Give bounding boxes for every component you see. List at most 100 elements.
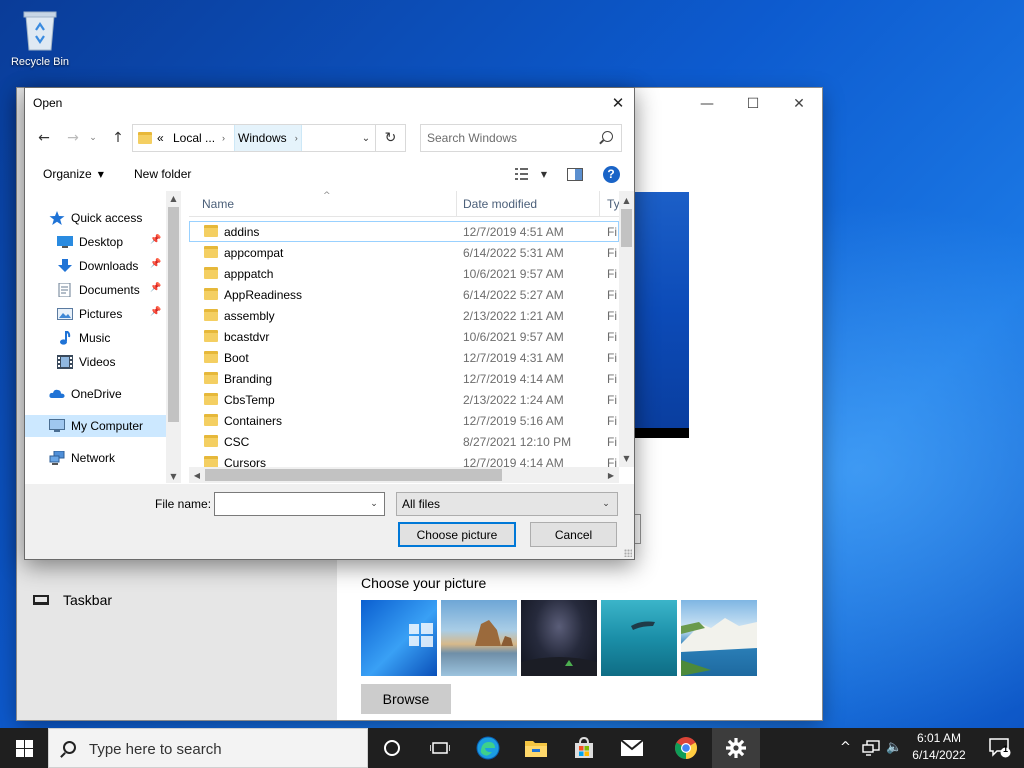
- scroll-right-icon[interactable]: ▶: [603, 467, 619, 483]
- back-arrow-icon[interactable]: ←: [33, 126, 55, 150]
- edge-icon[interactable]: [464, 728, 512, 768]
- notifications-button[interactable]: 1: [976, 728, 1024, 768]
- nav-onedrive[interactable]: OneDrive: [49, 383, 122, 405]
- nav-desktop[interactable]: Desktop 📌: [57, 231, 165, 253]
- close-button[interactable]: ✕: [776, 88, 822, 120]
- up-arrow-icon[interactable]: ↑: [107, 126, 129, 150]
- file-row[interactable]: AppReadiness 6/14/2022 5:27 AM Fi: [189, 284, 619, 305]
- scrollbar-thumb[interactable]: [205, 469, 502, 481]
- address-separator-icon[interactable]: ›: [222, 125, 225, 151]
- scroll-down-icon[interactable]: ▼: [619, 451, 634, 465]
- cortana-circle-icon[interactable]: [368, 728, 416, 768]
- cancel-button[interactable]: Cancel: [530, 522, 617, 547]
- nav-pictures[interactable]: Pictures 📌: [57, 303, 165, 325]
- address-bar[interactable]: « Local ... › Windows › ⌄ ↻: [132, 124, 406, 152]
- nav-videos[interactable]: Videos: [57, 351, 115, 373]
- scrollbar-thumb[interactable]: [621, 209, 632, 247]
- file-row[interactable]: Cursors 12/7/2019 4:14 AM Fi: [189, 452, 619, 467]
- file-name: AppReadiness: [224, 287, 303, 302]
- file-row[interactable]: addins 12/7/2019 4:51 AM Fi: [189, 221, 619, 242]
- organize-label: Organize: [43, 167, 92, 181]
- column-divider[interactable]: [599, 191, 600, 217]
- file-row[interactable]: apppatch 10/6/2021 9:57 AM Fi: [189, 263, 619, 284]
- scrollbar-thumb[interactable]: [168, 207, 179, 422]
- file-type-select[interactable]: All files ⌄: [396, 492, 618, 516]
- taskbar-search-box[interactable]: [48, 728, 368, 768]
- task-view-icon[interactable]: [416, 728, 464, 768]
- volume-icon[interactable]: 🔈: [886, 740, 902, 755]
- recent-locations-chevron-icon[interactable]: ⌄: [87, 126, 99, 150]
- file-row[interactable]: bcastdvr 10/6/2021 9:57 AM Fi: [189, 326, 619, 347]
- chrome-icon[interactable]: [662, 728, 710, 768]
- nav-downloads[interactable]: Downloads 📌: [57, 255, 165, 277]
- organize-button[interactable]: Organize ▼: [43, 160, 104, 188]
- file-explorer-icon[interactable]: [512, 728, 560, 768]
- scroll-up-icon[interactable]: ▲: [619, 193, 634, 207]
- minimize-button[interactable]: —: [684, 88, 730, 120]
- column-type[interactable]: Ty: [607, 191, 620, 217]
- address-segment-local[interactable]: Local ...: [173, 125, 215, 151]
- search-input[interactable]: [427, 129, 597, 147]
- store-icon[interactable]: [560, 728, 608, 768]
- nav-music[interactable]: Music: [57, 327, 110, 349]
- column-divider[interactable]: [456, 191, 457, 217]
- scroll-down-icon[interactable]: ▼: [166, 469, 181, 483]
- file-list-horizontal-scrollbar[interactable]: ◀ ▶: [189, 467, 619, 483]
- file-list-vertical-scrollbar[interactable]: ▲ ▼: [619, 191, 634, 467]
- white-cliffs-wallpaper[interactable]: [681, 600, 757, 676]
- file-row[interactable]: assembly 2/13/2022 1:21 AM Fi: [189, 305, 619, 326]
- nav-network[interactable]: Network: [49, 447, 115, 469]
- night-sky-wallpaper[interactable]: [521, 600, 597, 676]
- search-box[interactable]: [420, 124, 622, 152]
- nav-quick-access[interactable]: Quick access: [49, 207, 142, 229]
- file-row[interactable]: Containers 12/7/2019 5:16 AM Fi: [189, 410, 619, 431]
- mail-icon[interactable]: [608, 728, 656, 768]
- windows-logo-wallpaper[interactable]: [361, 600, 437, 676]
- beach-rocks-wallpaper[interactable]: [441, 600, 517, 676]
- file-name-input[interactable]: [217, 495, 362, 513]
- clock-date[interactable]: 6/14/2022: [908, 748, 970, 762]
- desktop-icon: [57, 235, 73, 249]
- underwater-swimmer-wallpaper[interactable]: [601, 600, 677, 676]
- forward-arrow-icon[interactable]: →: [62, 126, 84, 150]
- clock-time[interactable]: 6:01 AM: [908, 731, 970, 745]
- file-row[interactable]: CSC 8/27/2021 12:10 PM Fi: [189, 431, 619, 452]
- file-row[interactable]: Branding 12/7/2019 4:14 AM Fi: [189, 368, 619, 389]
- column-date-modified[interactable]: Date modified: [463, 191, 537, 217]
- file-name-combobox[interactable]: ⌄: [214, 492, 385, 516]
- address-overflow[interactable]: «: [157, 125, 164, 151]
- resize-grip-icon[interactable]: [624, 549, 632, 557]
- scroll-left-icon[interactable]: ◀: [189, 467, 205, 483]
- help-icon: ?: [602, 165, 620, 183]
- column-name[interactable]: Name: [202, 191, 234, 217]
- settings-gear-icon[interactable]: [712, 728, 760, 768]
- chevron-down-icon[interactable]: ⌄: [364, 493, 384, 515]
- view-options-button[interactable]: ▼: [511, 164, 551, 184]
- taskbar-search-input[interactable]: [89, 739, 349, 759]
- navigation-pane: Quick access Desktop 📌 Downloads 📌 Docum…: [25, 191, 181, 483]
- refresh-icon[interactable]: ↻: [375, 125, 405, 151]
- file-row[interactable]: appcompat 6/14/2022 5:31 AM Fi: [189, 242, 619, 263]
- search-icon: [602, 131, 613, 142]
- help-button[interactable]: ?: [601, 164, 621, 184]
- preview-pane-button[interactable]: [564, 164, 586, 184]
- file-row[interactable]: CbsTemp 2/13/2022 1:24 AM Fi: [189, 389, 619, 410]
- recycle-bin-shortcut[interactable]: Recycle Bin: [6, 6, 74, 68]
- scroll-up-icon[interactable]: ▲: [166, 191, 181, 205]
- nav-my-computer[interactable]: My Computer: [25, 415, 166, 437]
- settings-nav-taskbar[interactable]: Taskbar: [33, 592, 112, 608]
- show-hidden-icons-chevron-icon[interactable]: ^: [840, 740, 851, 755]
- network-status-icon[interactable]: [862, 740, 880, 760]
- dialog-close-button[interactable]: ✕: [602, 88, 634, 118]
- file-row[interactable]: Boot 12/7/2019 4:31 AM Fi: [189, 347, 619, 368]
- nav-pane-scrollbar[interactable]: ▲ ▼: [166, 191, 181, 483]
- file-name: CbsTemp: [224, 392, 275, 407]
- start-button[interactable]: [0, 728, 48, 768]
- address-segment-windows[interactable]: Windows ›: [234, 125, 302, 151]
- new-folder-button[interactable]: New folder: [134, 160, 191, 188]
- choose-picture-button[interactable]: Choose picture: [398, 522, 516, 547]
- maximize-button[interactable]: ☐: [730, 88, 776, 120]
- browse-button[interactable]: Browse: [361, 684, 451, 714]
- address-dropdown-icon[interactable]: ⌄: [355, 125, 377, 151]
- nav-documents[interactable]: Documents 📌: [57, 279, 165, 301]
